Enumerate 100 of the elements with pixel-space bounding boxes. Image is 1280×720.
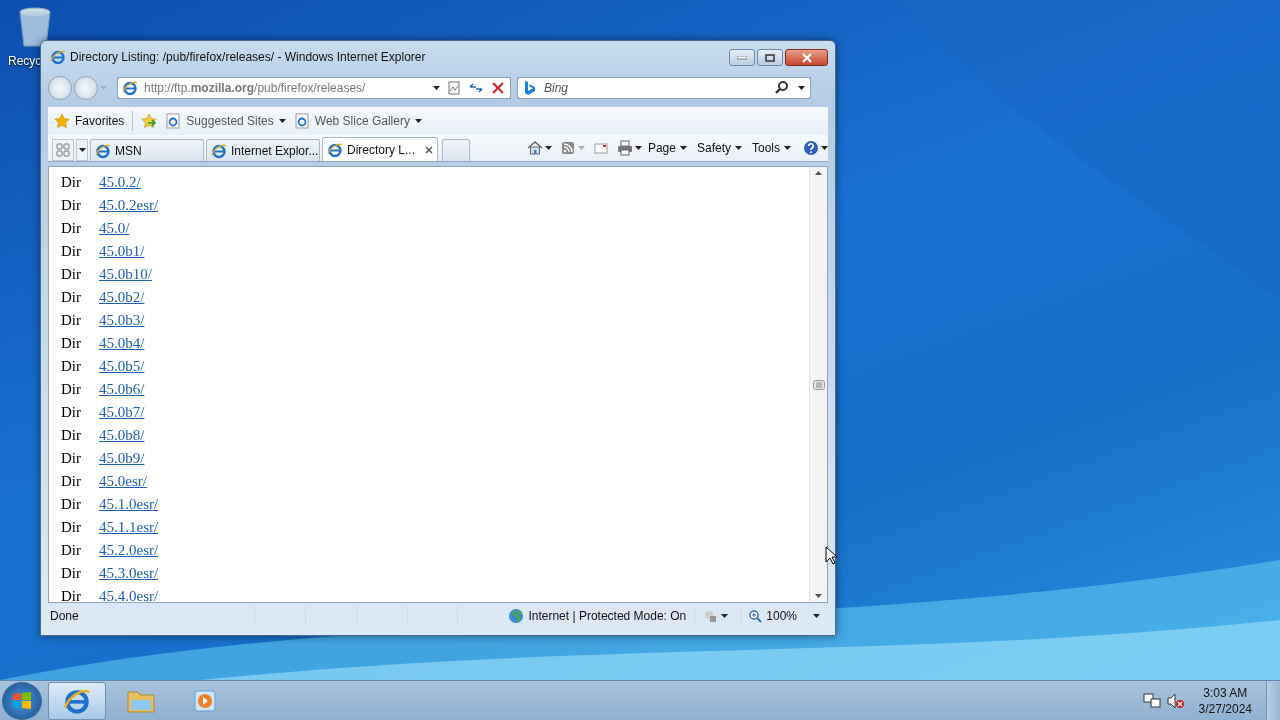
caret-icon[interactable] — [544, 146, 552, 150]
entry-type: Dir — [61, 588, 82, 602]
globe-icon — [508, 608, 525, 624]
entry-type: Dir — [61, 473, 82, 490]
menu-button[interactable]: Page — [643, 141, 691, 155]
directory-link[interactable]: 45.0.2esr/ — [99, 197, 159, 214]
maximize-button[interactable] — [757, 49, 783, 66]
directory-link[interactable]: 45.1.1esr/ — [99, 519, 159, 536]
entry-type: Dir — [61, 335, 82, 352]
feed-icon[interactable] — [559, 140, 576, 156]
browser-tab[interactable]: Directory L... — [322, 137, 438, 161]
stop-icon[interactable] — [490, 80, 506, 96]
help-icon[interactable] — [803, 140, 819, 156]
directory-link[interactable]: 45.0b6/ — [99, 381, 145, 398]
scroll-thumb[interactable] — [812, 379, 825, 390]
directory-link[interactable]: 45.3.0esr/ — [99, 565, 159, 582]
menu-button[interactable]: Safety — [692, 141, 746, 155]
caret-icon — [679, 146, 687, 150]
entry-type: Dir — [61, 381, 82, 398]
entry-type: Dir — [61, 197, 82, 214]
tab-list-button[interactable] — [76, 139, 88, 161]
network-icon[interactable] — [1142, 692, 1161, 709]
directory-link[interactable]: 45.0b3/ — [99, 312, 145, 329]
entry-type: Dir — [61, 220, 82, 237]
grid-icon — [56, 143, 70, 157]
start-button[interactable] — [2, 681, 42, 720]
caret-icon — [735, 146, 742, 150]
caret-icon[interactable] — [634, 146, 642, 150]
media-player-icon — [193, 688, 217, 713]
entry-type: Dir — [61, 519, 82, 536]
taskbar-button[interactable] — [48, 681, 106, 720]
directory-link[interactable]: 45.4.0esr/ — [99, 588, 159, 602]
home-icon[interactable] — [526, 140, 543, 156]
directory-link[interactable]: 45.0b1/ — [99, 243, 145, 260]
caret-icon — [414, 119, 422, 123]
recycle-bin-icon[interactable] — [17, 6, 53, 48]
directory-link[interactable]: 45.2.0esr/ — [99, 542, 159, 559]
caret-icon[interactable] — [821, 146, 828, 150]
print-icon[interactable] — [616, 140, 633, 156]
browser-tab[interactable]: MSN — [90, 139, 204, 161]
close-button[interactable] — [785, 49, 828, 66]
entry-type: Dir — [61, 289, 82, 306]
menu-button[interactable]: Tools — [748, 141, 795, 155]
browser-tab[interactable]: Internet Explor... — [206, 139, 320, 161]
directory-link[interactable]: 45.0b8/ — [99, 427, 145, 444]
favorites-link[interactable]: Suggested Sites — [165, 113, 286, 129]
caret-icon[interactable] — [433, 86, 440, 90]
zoom-button[interactable]: 100% — [740, 609, 828, 623]
status-text: Done — [49, 609, 80, 623]
caret-icon — [813, 614, 820, 618]
zoom-icon — [749, 609, 763, 623]
favorites-button[interactable]: Favorites — [54, 113, 125, 129]
directory-link[interactable]: 45.0.2/ — [99, 174, 141, 191]
directory-link[interactable]: 45.0b2/ — [99, 289, 145, 306]
security-zone: Internet | Protected Mode: On — [528, 609, 687, 623]
compatibility-icon[interactable] — [446, 80, 462, 96]
caret-icon — [278, 119, 286, 123]
scroll-down-icon[interactable] — [815, 594, 822, 598]
minimize-button[interactable] — [729, 49, 755, 66]
entry-type: Dir — [61, 450, 82, 467]
clock-date[interactable]: 3/27/2024 — [1198, 701, 1252, 716]
minimize-icon — [737, 55, 747, 60]
directory-link[interactable]: 45.0esr/ — [99, 473, 147, 490]
page-icon — [293, 113, 310, 129]
mail-icon[interactable] — [592, 140, 609, 156]
directory-link[interactable]: 45.0b5/ — [99, 358, 145, 375]
add-favorites-icon[interactable] — [141, 113, 158, 129]
entry-type: Dir — [61, 174, 82, 191]
directory-link[interactable]: 45.0b4/ — [99, 335, 145, 352]
entry-type: Dir — [61, 496, 82, 513]
search-icon[interactable] — [774, 80, 790, 96]
caret-icon — [721, 614, 729, 618]
entry-type: Dir — [61, 404, 82, 421]
ie-icon — [50, 49, 66, 65]
close-tab-icon[interactable] — [425, 145, 433, 154]
directory-link[interactable]: 45.0/ — [99, 220, 130, 237]
clock-time[interactable]: 3:03 AM — [1203, 685, 1248, 700]
windows-logo — [11, 689, 33, 712]
ie-icon — [211, 142, 227, 159]
caret-icon[interactable] — [798, 86, 805, 90]
scroll-up-icon[interactable] — [815, 171, 822, 175]
address-field[interactable]: http://ftp.mozilla.org/pub/firefox/releases/ — [117, 77, 511, 99]
directory-link[interactable]: 45.0b7/ — [99, 404, 145, 421]
directory-link[interactable]: 45.0b10/ — [99, 266, 152, 283]
entry-type: Dir — [61, 312, 82, 329]
maximize-icon — [765, 53, 775, 62]
entry-type: Dir — [61, 542, 82, 559]
vertical-scrollbar[interactable] — [809, 167, 827, 602]
entry-type: Dir — [61, 358, 82, 375]
muted-speaker-icon[interactable] — [1166, 692, 1185, 709]
directory-link[interactable]: 45.1.0esr/ — [99, 496, 159, 513]
window-title: Directory Listing: /pub/firefox/releases/ - Windows Internet Explorer — [70, 50, 426, 64]
caret-icon — [784, 146, 791, 150]
entry-type: Dir — [61, 565, 82, 582]
ie-icon — [327, 141, 343, 158]
favorites-link[interactable]: Web Slice Gallery — [293, 113, 422, 129]
page-icon — [165, 113, 182, 129]
directory-link[interactable]: 45.0b9/ — [99, 450, 145, 467]
entry-type: Dir — [61, 427, 82, 444]
search-field[interactable]: Bing — [517, 77, 811, 99]
